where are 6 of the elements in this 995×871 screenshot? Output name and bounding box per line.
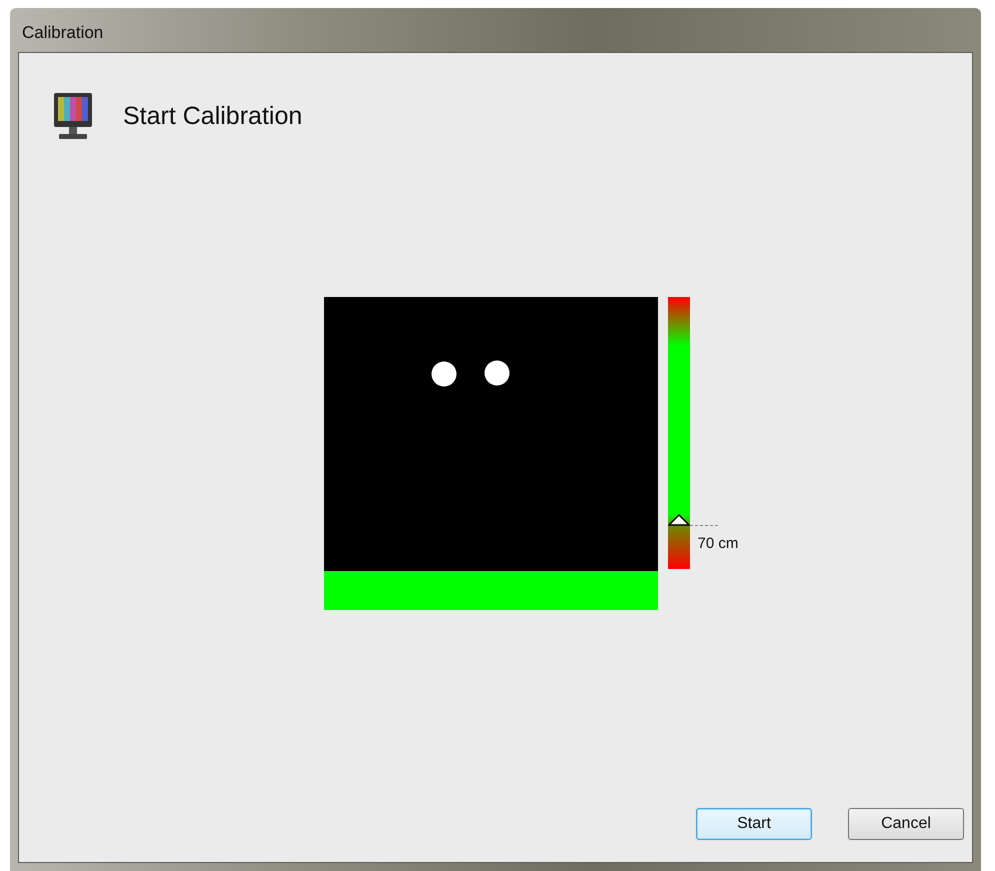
monitor-icon — [53, 93, 93, 141]
dialog-heading: Start Calibration — [123, 101, 302, 132]
start-button[interactable]: Start — [696, 808, 812, 840]
cancel-button[interactable]: Cancel — [848, 808, 964, 840]
window-title: Calibration — [21, 22, 104, 44]
distance-reading: 70 cm — [698, 534, 738, 554]
